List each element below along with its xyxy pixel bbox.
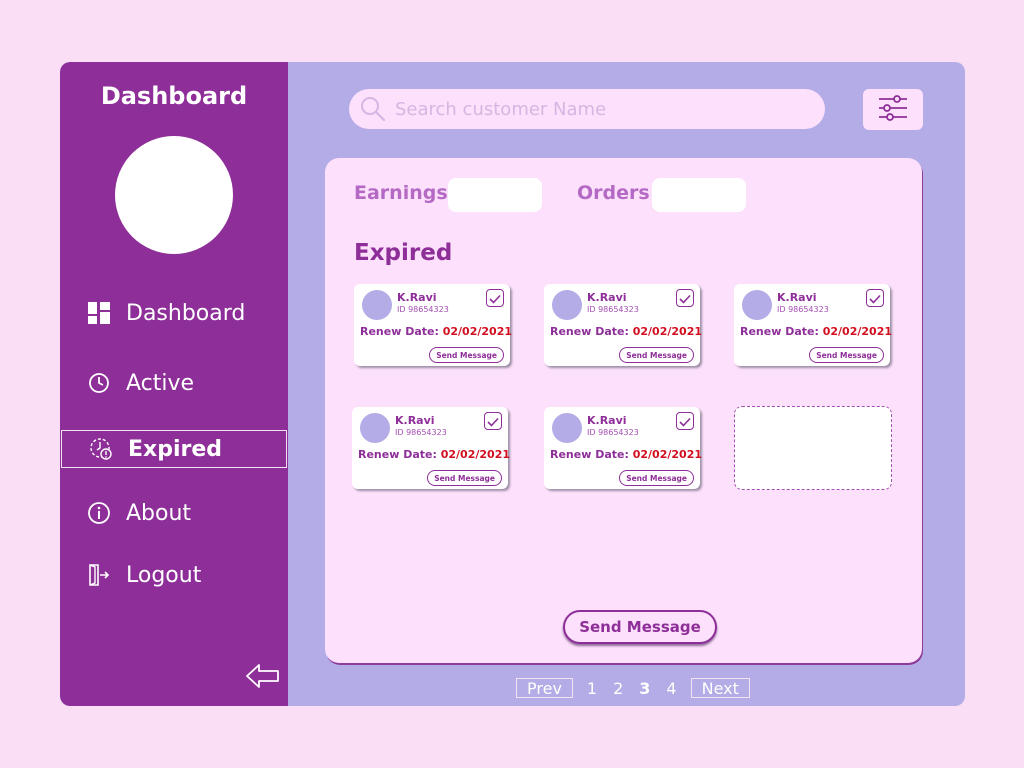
check-icon	[489, 289, 501, 308]
sidebar-item-label: About	[126, 500, 192, 526]
customer-name: K.Ravi	[587, 414, 627, 427]
filter-button[interactable]	[863, 89, 923, 130]
back-arrow-icon[interactable]	[245, 662, 283, 690]
renew-label: Renew Date:	[740, 325, 819, 338]
sidebar-item-label: Expired	[128, 436, 223, 462]
page-number[interactable]: 1	[587, 679, 597, 698]
check-icon	[679, 412, 691, 431]
select-checkbox[interactable]	[676, 289, 694, 307]
select-checkbox[interactable]	[486, 289, 504, 307]
send-message-button[interactable]: Send Message	[809, 347, 884, 363]
customer-name: K.Ravi	[777, 291, 817, 304]
customer-name: K.Ravi	[395, 414, 435, 427]
sidebar: Dashboard Dashboard Active Expired About	[60, 62, 288, 706]
search-icon	[359, 95, 387, 123]
sidebar-item-active[interactable]: Active	[60, 364, 288, 402]
renew-date-value: 02/02/2021	[632, 448, 702, 461]
logout-icon	[86, 562, 112, 588]
renew-date-value: 02/02/2021	[822, 325, 892, 338]
send-message-button[interactable]: Send Message	[619, 470, 694, 486]
send-message-button[interactable]: Send Message	[563, 610, 717, 644]
customer-avatar	[362, 290, 392, 320]
sidebar-item-label: Active	[126, 370, 195, 396]
sliders-icon	[878, 94, 908, 126]
page-number[interactable]: 4	[666, 679, 676, 698]
send-message-button[interactable]: Send Message	[619, 347, 694, 363]
sidebar-item-expired[interactable]: Expired	[61, 430, 287, 468]
renew-date: Renew Date: 02/02/2021	[550, 448, 702, 461]
empty-card-slot	[734, 406, 892, 490]
customer-id: ID 98654323	[587, 428, 639, 437]
customer-card[interactable]: K.Ravi ID 98654323 Renew Date: 02/02/202…	[544, 407, 702, 489]
page-number[interactable]: 2	[613, 679, 623, 698]
renew-date: Renew Date: 02/02/2021	[358, 448, 510, 461]
check-icon	[869, 289, 881, 308]
next-page-button[interactable]: Next	[690, 678, 750, 698]
customer-avatar	[552, 290, 582, 320]
renew-date: Renew Date: 02/02/2021	[740, 325, 892, 338]
select-checkbox[interactable]	[676, 412, 694, 430]
info-icon	[86, 500, 112, 526]
select-checkbox[interactable]	[484, 412, 502, 430]
grid-icon	[86, 300, 112, 326]
customer-card[interactable]: K.Ravi ID 98654323 Renew Date: 02/02/202…	[734, 284, 892, 366]
expired-clock-icon	[88, 436, 114, 462]
earnings-value-box	[448, 178, 542, 212]
customer-id: ID 98654323	[397, 305, 449, 314]
renew-date-value: 02/02/2021	[442, 325, 512, 338]
renew-date-value: 02/02/2021	[440, 448, 510, 461]
customer-card[interactable]: K.Ravi ID 98654323 Renew Date: 02/02/202…	[544, 284, 702, 366]
renew-label: Renew Date:	[550, 448, 629, 461]
sidebar-item-label: Logout	[126, 562, 202, 588]
search-bar[interactable]	[349, 89, 825, 129]
renew-date: Renew Date: 02/02/2021	[360, 325, 512, 338]
sidebar-title: Dashboard	[100, 82, 248, 110]
orders-label: Orders	[577, 182, 650, 204]
customer-card[interactable]: K.Ravi ID 98654323 Renew Date: 02/02/202…	[354, 284, 512, 366]
prev-page-button[interactable]: Prev	[516, 678, 573, 698]
renew-label: Renew Date:	[360, 325, 439, 338]
earnings-label: Earnings	[354, 182, 448, 204]
check-icon	[679, 289, 691, 308]
customer-avatar	[742, 290, 772, 320]
pagination: Prev 1 2 3 4 Next	[516, 678, 750, 698]
app-window: Dashboard Dashboard Active Expired About	[60, 62, 965, 706]
customer-name: K.Ravi	[587, 291, 627, 304]
section-title: Expired	[354, 240, 453, 266]
check-icon	[487, 412, 499, 431]
customer-avatar	[360, 413, 390, 443]
renew-label: Renew Date:	[550, 325, 629, 338]
send-message-button[interactable]: Send Message	[429, 347, 504, 363]
renew-label: Renew Date:	[358, 448, 437, 461]
sidebar-item-dashboard[interactable]: Dashboard	[60, 294, 288, 332]
orders-value-box	[652, 178, 746, 212]
profile-avatar	[115, 136, 233, 254]
renew-date: Renew Date: 02/02/2021	[550, 325, 702, 338]
customer-name: K.Ravi	[397, 291, 437, 304]
sidebar-item-about[interactable]: About	[60, 494, 288, 532]
sidebar-item-logout[interactable]: Logout	[60, 556, 288, 594]
select-checkbox[interactable]	[866, 289, 884, 307]
customer-id: ID 98654323	[777, 305, 829, 314]
main-panel: Earnings Orders Expired K.Ravi ID 986543…	[325, 158, 922, 663]
renew-date-value: 02/02/2021	[632, 325, 702, 338]
search-input[interactable]	[393, 97, 797, 121]
clock-icon	[86, 370, 112, 396]
send-message-button[interactable]: Send Message	[427, 470, 502, 486]
customer-id: ID 98654323	[587, 305, 639, 314]
customer-id: ID 98654323	[395, 428, 447, 437]
sidebar-item-label: Dashboard	[126, 300, 246, 326]
page-number-current[interactable]: 3	[639, 679, 650, 698]
customer-avatar	[552, 413, 582, 443]
customer-card[interactable]: K.Ravi ID 98654323 Renew Date: 02/02/202…	[352, 407, 510, 489]
